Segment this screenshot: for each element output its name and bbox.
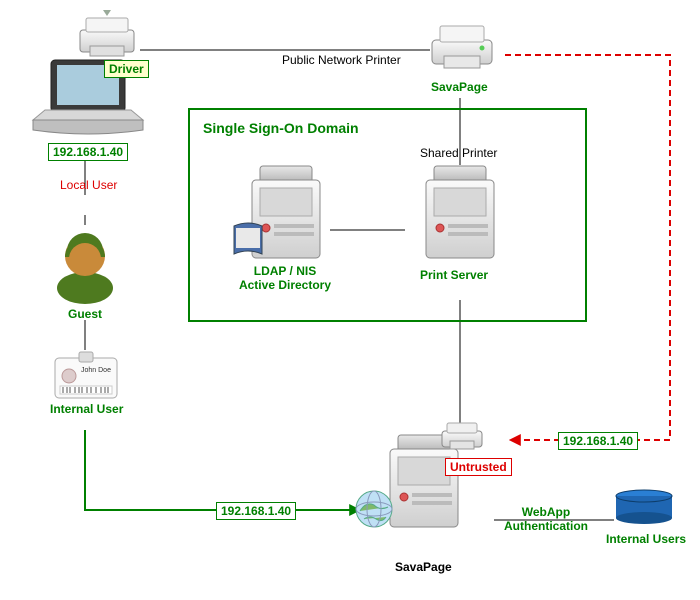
savapage-printer-label: SavaPage: [431, 80, 488, 94]
local-user-label: Local User: [60, 178, 117, 192]
sso-title: Single Sign-On Domain: [203, 120, 359, 136]
svg-text:John Doe: John Doe: [81, 367, 111, 374]
guest-label: Guest: [68, 307, 102, 321]
internal-users-db-label: Internal Users: [606, 532, 686, 546]
public-network-printer-label: Public Network Printer: [282, 53, 401, 67]
webapp-auth-label: WebApp Authentication: [504, 505, 588, 533]
internal-user-label: Internal User: [50, 402, 123, 416]
driver-badge: Driver: [104, 60, 149, 78]
savapage-server-label: SavaPage: [395, 560, 452, 574]
flow-ip-left: 192.168.1.40: [216, 502, 296, 520]
flow-ip-right: 192.168.1.40: [558, 432, 638, 450]
untrusted-badge: Untrusted: [445, 458, 512, 476]
print-server-label: Print Server: [420, 268, 488, 282]
shared-printer-label: Shared Printer: [420, 146, 497, 160]
laptop-ip-label: 192.168.1.40: [48, 143, 128, 161]
ldap-label: LDAP / NIS Active Directory: [225, 264, 345, 292]
